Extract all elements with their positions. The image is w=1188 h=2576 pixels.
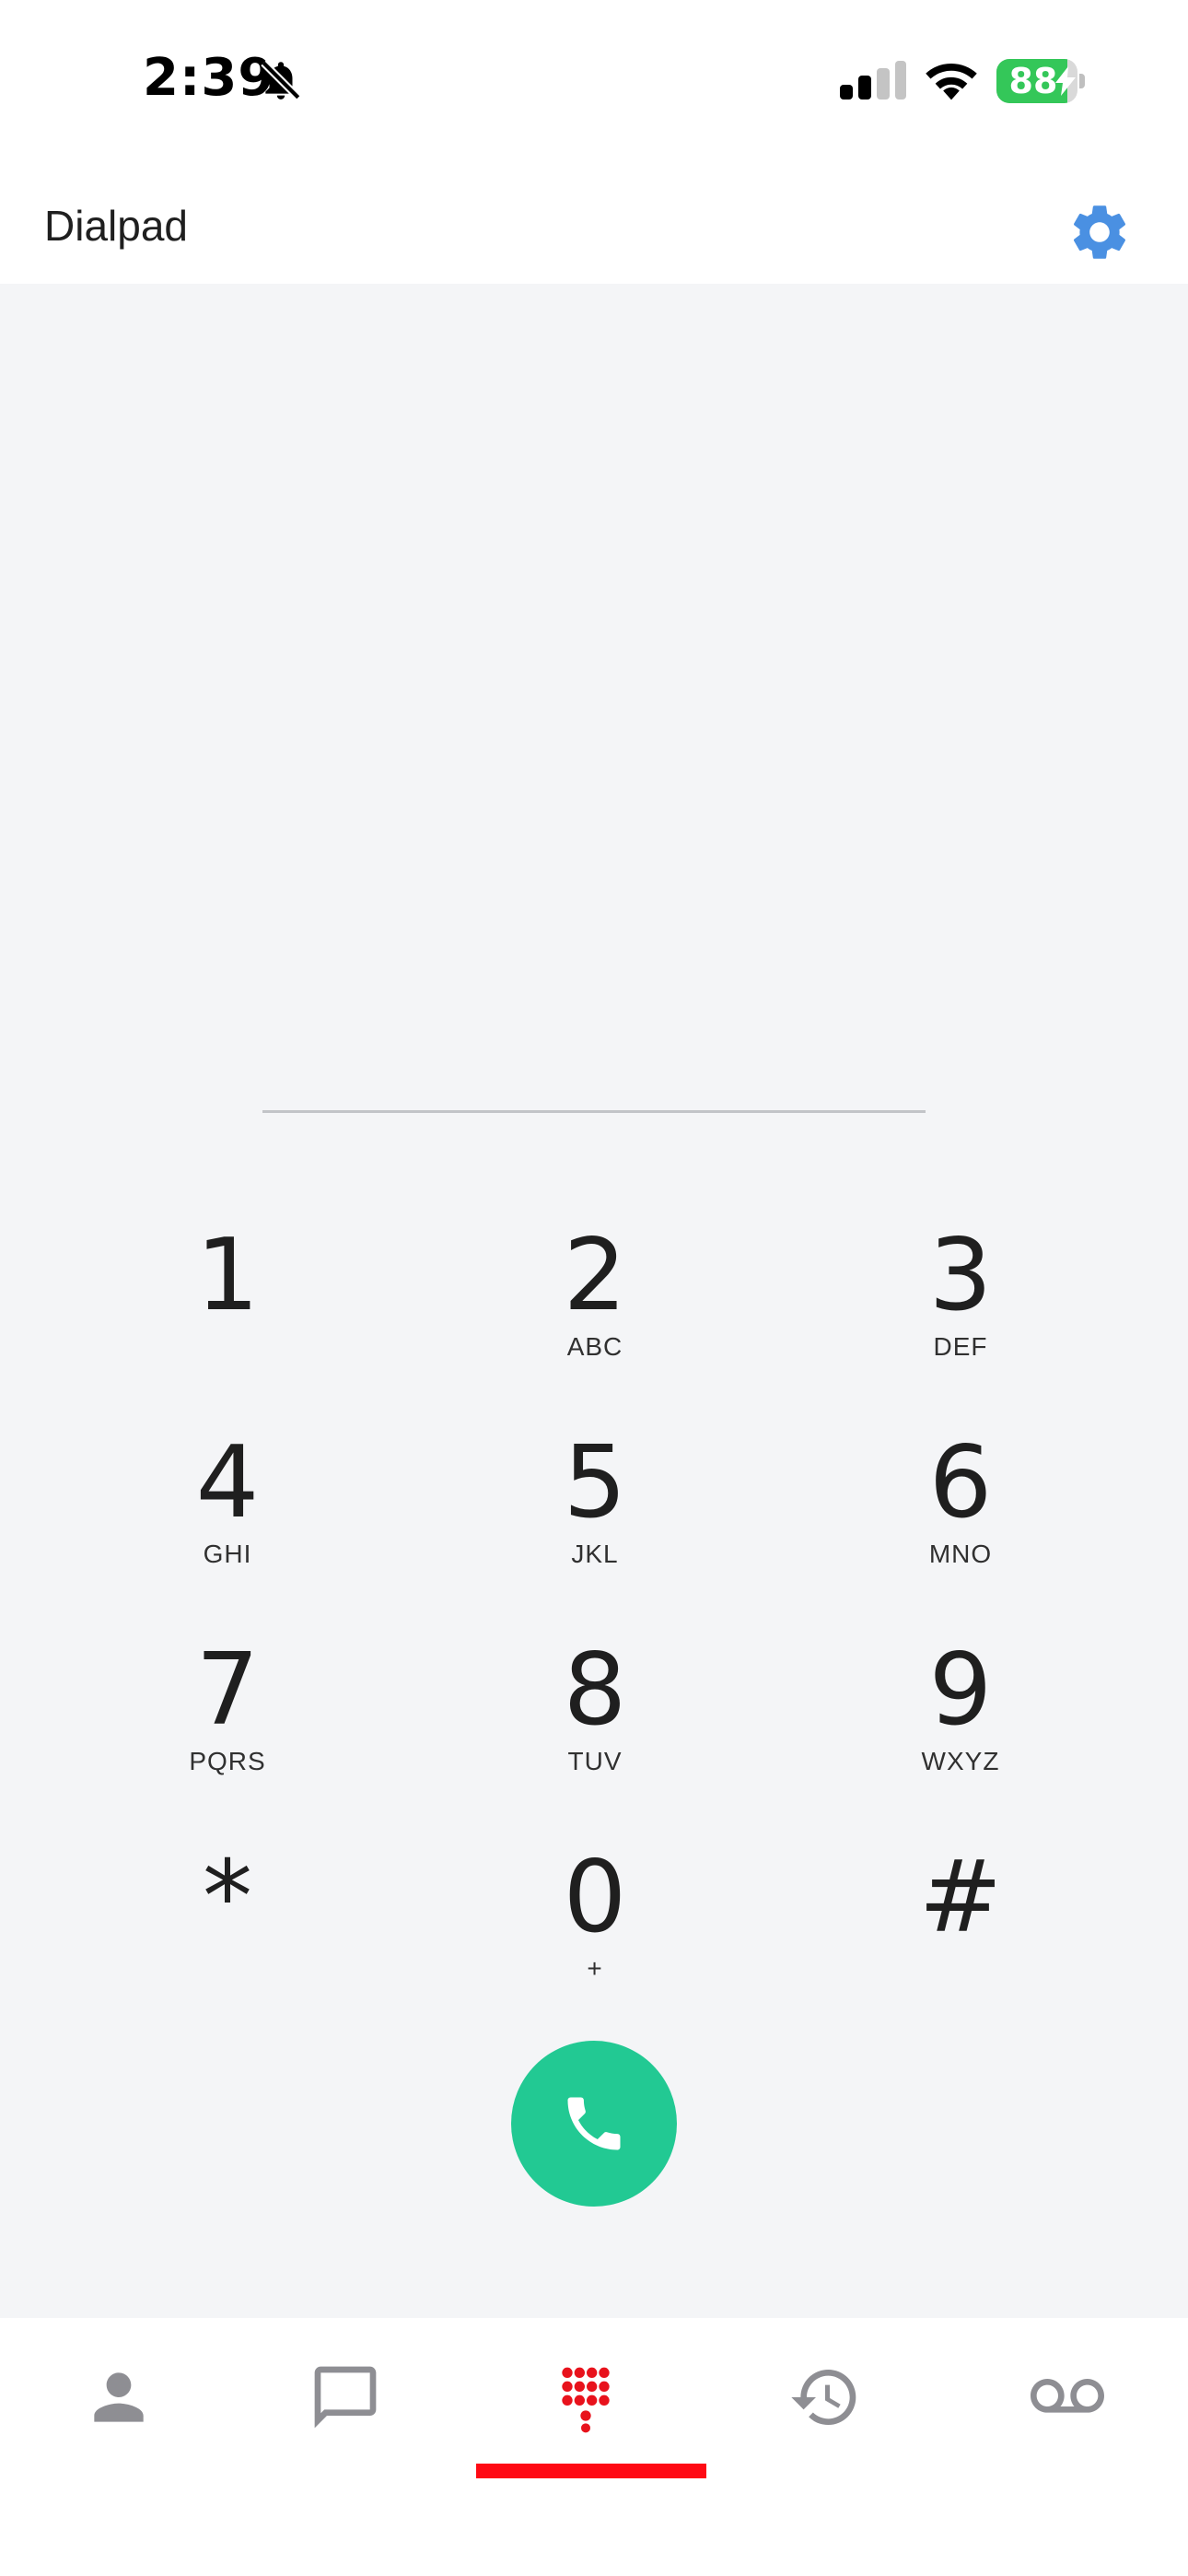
key-digit: 3 (928, 1218, 993, 1333)
dialpad-icon (562, 2367, 610, 2433)
key-letters: + (587, 1954, 603, 1983)
key-star[interactable]: * (89, 1832, 366, 2007)
charging-bolt-icon (1055, 66, 1076, 96)
call-history-icon (791, 2370, 856, 2425)
key-letters: PQRS (189, 1747, 266, 1775)
battery-indicator: 88 (996, 59, 1085, 103)
active-tab-indicator (476, 2464, 706, 2478)
key-letters: DEF (933, 1332, 988, 1361)
key-letters: MNO (928, 1540, 993, 1568)
key-digit: 9 (928, 1633, 993, 1748)
status-bar: 2:39 88 (0, 0, 1188, 166)
contacts-person-icon (94, 2372, 144, 2422)
key-digit: 6 (928, 1425, 993, 1540)
settings-button[interactable] (1066, 199, 1133, 265)
phone-number-input[interactable] (262, 984, 926, 1113)
key-letters: WXYZ (921, 1747, 1000, 1775)
key-letters: GHI (203, 1540, 252, 1568)
phone-icon (567, 2097, 621, 2150)
nav-voicemail[interactable] (949, 2318, 1186, 2484)
key-8[interactable]: 8 TUV (457, 1624, 733, 1799)
key-7[interactable]: 7 PQRS (89, 1624, 366, 1799)
cellular-signal-icon (840, 61, 906, 100)
key-digit: 1 (195, 1218, 260, 1333)
nav-contacts[interactable] (0, 2318, 238, 2484)
nav-history[interactable] (706, 2318, 944, 2484)
voicemail-icon (1031, 2379, 1104, 2413)
key-digit: # (918, 1840, 1003, 1955)
key-0[interactable]: 0 + (457, 1832, 733, 2007)
key-6[interactable]: 6 MNO (822, 1417, 1099, 1592)
key-digit: 0 (563, 1840, 627, 1955)
key-digit: 4 (195, 1425, 260, 1540)
bottom-nav (0, 2318, 1188, 2576)
key-2[interactable]: 2 ABC (457, 1210, 733, 1385)
gear-icon (1073, 205, 1126, 259)
key-digit: 2 (563, 1218, 627, 1333)
messages-chat-icon (314, 2366, 377, 2429)
key-letters: ABC (566, 1332, 623, 1361)
key-digit: 8 (563, 1633, 627, 1748)
battery-cap (1079, 74, 1085, 88)
status-time: 2:39 (143, 48, 275, 108)
call-button[interactable] (511, 2041, 677, 2207)
key-digit: 7 (195, 1633, 260, 1748)
page-title: Dialpad (44, 202, 188, 250)
key-9[interactable]: 9 WXYZ (822, 1624, 1099, 1799)
dialer-area: 1 2 ABC 3 DEF 4 GHI 5 JKL 6 MNO 7 PQRS 8… (0, 284, 1188, 2318)
key-hash[interactable]: # (822, 1832, 1099, 2007)
key-4[interactable]: 4 GHI (89, 1417, 366, 1592)
key-letters: TUV (567, 1747, 623, 1775)
wifi-icon (926, 64, 977, 100)
battery-body: 88 (996, 59, 1077, 103)
bell-slash-icon (261, 60, 301, 100)
key-digit: * (203, 1840, 252, 1955)
key-digit: 5 (563, 1425, 627, 1540)
key-5[interactable]: 5 JKL (457, 1417, 733, 1592)
key-3[interactable]: 3 DEF (822, 1210, 1099, 1385)
nav-dialpad[interactable] (467, 2318, 705, 2484)
app-header: Dialpad (0, 166, 1188, 284)
key-1[interactable]: 1 (89, 1210, 366, 1385)
nav-messages[interactable] (227, 2318, 464, 2484)
key-letters: JKL (571, 1540, 619, 1568)
